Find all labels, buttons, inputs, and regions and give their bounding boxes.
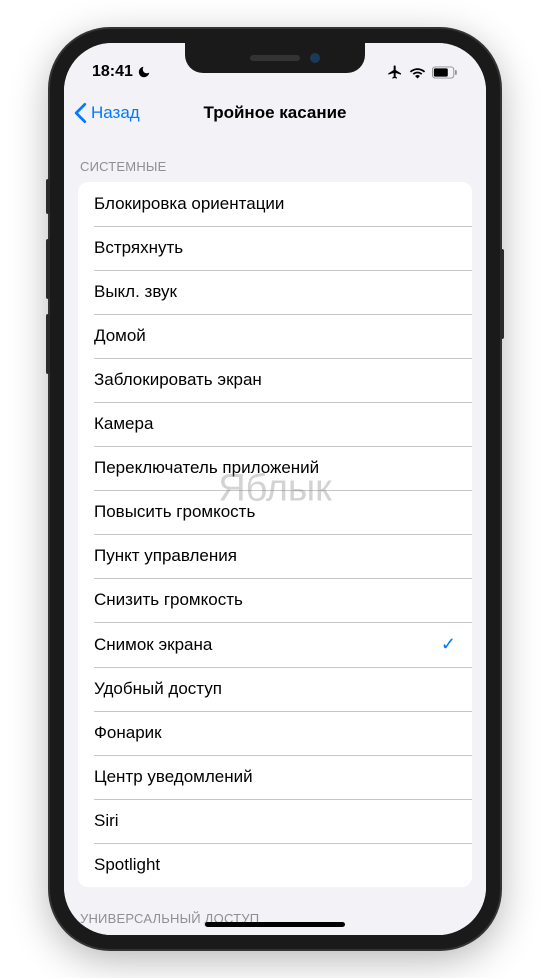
wifi-icon — [409, 66, 426, 79]
list-item[interactable]: Снизить громкость — [78, 578, 472, 622]
list-item-label: Камера — [94, 414, 153, 434]
list-item[interactable]: Заблокировать экран — [78, 358, 472, 402]
status-time: 18:41 — [92, 63, 133, 81]
system-list: Блокировка ориентации Встряхнуть Выкл. зву… — [78, 182, 472, 887]
list-item-label: Снизить громкость — [94, 590, 243, 610]
list-item[interactable]: Снимок экрана ✓ — [78, 622, 472, 667]
list-item-label: Центр уведомлений — [94, 767, 253, 787]
page-title: Тройное касание — [203, 103, 346, 123]
list-item-label: Снимок экрана — [94, 635, 212, 655]
do-not-disturb-icon — [137, 65, 151, 79]
list-item-label: Siri — [94, 811, 119, 831]
status-left: 18:41 — [92, 63, 151, 81]
list-item-label: Фонарик — [94, 723, 162, 743]
list-item[interactable]: Переключатель приложений — [78, 446, 472, 490]
list-item[interactable]: Фонарик — [78, 711, 472, 755]
volume-down-button — [46, 314, 50, 374]
list-item[interactable]: Siri — [78, 799, 472, 843]
section-header-system: СИСТЕМНЫЕ — [64, 135, 486, 182]
screen: 18:41 Назад Тро — [64, 43, 486, 935]
airplane-mode-icon — [387, 64, 403, 80]
home-indicator[interactable] — [205, 922, 345, 927]
content-scroll[interactable]: СИСТЕМНЫЕ Блокировка ориентации Встряхнут… — [64, 135, 486, 935]
list-item[interactable]: Выкл. звук — [78, 270, 472, 314]
list-item-label: Пункт управления — [94, 546, 237, 566]
phone-frame: 18:41 Назад Тро — [50, 29, 500, 949]
list-item-label: Встряхнуть — [94, 238, 183, 258]
list-item[interactable]: Домой — [78, 314, 472, 358]
list-item[interactable]: Блокировка ориентации — [78, 182, 472, 226]
list-item-label: Блокировка ориентации — [94, 194, 284, 214]
list-item-label: Заблокировать экран — [94, 370, 262, 390]
list-item-label: Удобный доступ — [94, 679, 222, 699]
list-item-label: Spotlight — [94, 855, 160, 875]
list-item[interactable]: Удобный доступ — [78, 667, 472, 711]
list-item-label: Повысить громкость — [94, 502, 255, 522]
list-item[interactable]: Spotlight — [78, 843, 472, 887]
list-item-label: Выкл. звук — [94, 282, 177, 302]
volume-up-button — [46, 239, 50, 299]
front-camera — [310, 53, 320, 63]
silent-switch — [46, 179, 50, 214]
list-item[interactable]: Повысить громкость — [78, 490, 472, 534]
notch — [185, 43, 365, 73]
speaker — [250, 55, 300, 61]
list-item[interactable]: Встряхнуть — [78, 226, 472, 270]
checkmark-icon: ✓ — [441, 634, 456, 655]
back-button[interactable]: Назад — [74, 102, 140, 124]
list-item-label: Переключатель приложений — [94, 458, 319, 478]
power-button — [500, 249, 504, 339]
list-item[interactable]: Камера — [78, 402, 472, 446]
list-item[interactable]: Пункт управления — [78, 534, 472, 578]
navigation-bar: Назад Тройное касание — [64, 91, 486, 135]
status-right — [387, 64, 458, 80]
chevron-left-icon — [74, 102, 87, 124]
back-label: Назад — [91, 103, 140, 123]
list-item[interactable]: Центр уведомлений — [78, 755, 472, 799]
battery-icon — [432, 66, 458, 79]
list-item-label: Домой — [94, 326, 146, 346]
